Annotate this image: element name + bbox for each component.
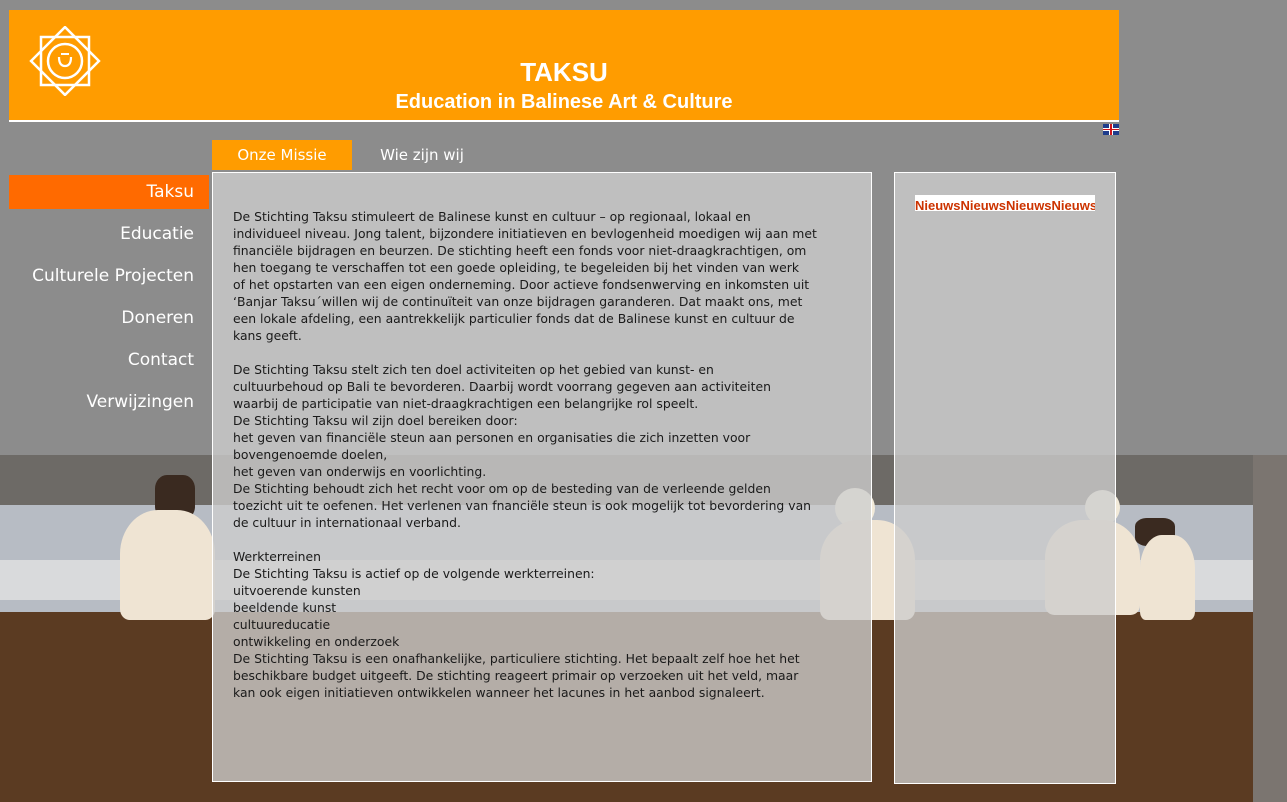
text-line: De Stichting Taksu is actief op de volge…	[233, 566, 595, 581]
main-nav: Taksu Educatie Culturele Projecten Doner…	[9, 175, 209, 427]
nav-item-culturele-projecten[interactable]: Culturele Projecten	[9, 259, 209, 293]
text-line: het geven van onderwijs en voorlichting.	[233, 464, 487, 479]
content-panel: De Stichting Taksu stimuleert de Balines…	[212, 172, 872, 782]
mission-text: De Stichting Taksu stimuleert de Balines…	[233, 208, 858, 718]
text-line: of het opstarten van een eigen ondernemi…	[233, 277, 810, 292]
paragraph-werkterreinen: Werkterreinen De Stichting Taksu is acti…	[233, 548, 858, 701]
nav-item-educatie[interactable]: Educatie	[9, 217, 209, 251]
tab-wie-zijn-wij[interactable]: Wie zijn wij	[366, 140, 478, 170]
text-line: een lokale afdeling, een aantrekkelijk p…	[233, 311, 795, 326]
text-line: bovengenoemde doelen,	[233, 447, 388, 462]
text-line: De Stichting Taksu stelt zich ten doel a…	[233, 362, 714, 377]
news-panel: NieuwsNieuwsNieuwsNieuwsNieuws	[894, 172, 1116, 784]
text-line: Werkterreinen	[233, 549, 321, 564]
site-title: TAKSU	[520, 57, 608, 87]
nav-item-doneren[interactable]: Doneren	[9, 301, 209, 335]
text-line: toezicht uit te oefenen. Het verlenen va…	[233, 498, 812, 513]
text-line: kans geeft.	[233, 328, 302, 343]
text-line: De Stichting Taksu stimuleert de Balines…	[233, 209, 751, 224]
text-line: ‘Banjar Taksu´willen wij de continuïteit…	[233, 294, 803, 309]
text-line: cultuurbehoud op Bali te bevorderen. Daa…	[233, 379, 771, 394]
text-line: cultuureducatie	[233, 617, 331, 632]
tab-onze-missie[interactable]: Onze Missie	[212, 140, 352, 170]
text-line: ontwikkeling en onderzoek	[233, 634, 400, 649]
text-line: waarbij de participatie van niet-draagkr…	[233, 396, 699, 411]
text-line: kan ook eigen initiatieven ontwikkelen w…	[233, 685, 765, 700]
text-line: de cultuur in internationaal verband.	[233, 515, 461, 530]
text-line: individueel niveau. Jong talent, bijzond…	[233, 226, 817, 241]
paragraph-intro: De Stichting Taksu stimuleert de Balines…	[233, 208, 858, 344]
nav-item-verwijzingen[interactable]: Verwijzingen	[9, 385, 209, 419]
news-ticker-text[interactable]: NieuwsNieuwsNieuwsNieuwsNieuws	[915, 198, 1095, 211]
text-line: uitvoerende kunsten	[233, 583, 361, 598]
site-subtitle: Education in Balinese Art & Culture	[395, 91, 733, 113]
text-line: De Stichting behoudt zich het recht voor…	[233, 481, 771, 496]
text-line: De Stichting Taksu wil zijn doel bereike…	[233, 413, 518, 428]
text-line: hen toegang te verschaffen tot een goede…	[233, 260, 800, 275]
news-ticker[interactable]: NieuwsNieuwsNieuwsNieuwsNieuws	[915, 195, 1095, 211]
site-header: TAKSU Education in Balinese Art & Cultur…	[9, 10, 1119, 122]
text-line: financiële bijdragen en beurzen. De stic…	[233, 243, 807, 258]
paragraph-goals: De Stichting Taksu stelt zich ten doel a…	[233, 361, 858, 531]
nav-item-contact[interactable]: Contact	[9, 343, 209, 377]
text-line: het geven van financiële steun aan perso…	[233, 430, 751, 445]
text-line: beeldende kunst	[233, 600, 337, 615]
uk-flag-icon[interactable]	[1103, 124, 1119, 135]
text-line: beschikbare budget uitgeeft. De stichtin…	[233, 668, 799, 683]
text-line: De Stichting Taksu is een onafhankelijke…	[233, 651, 800, 666]
nav-item-taksu[interactable]: Taksu	[9, 175, 209, 209]
